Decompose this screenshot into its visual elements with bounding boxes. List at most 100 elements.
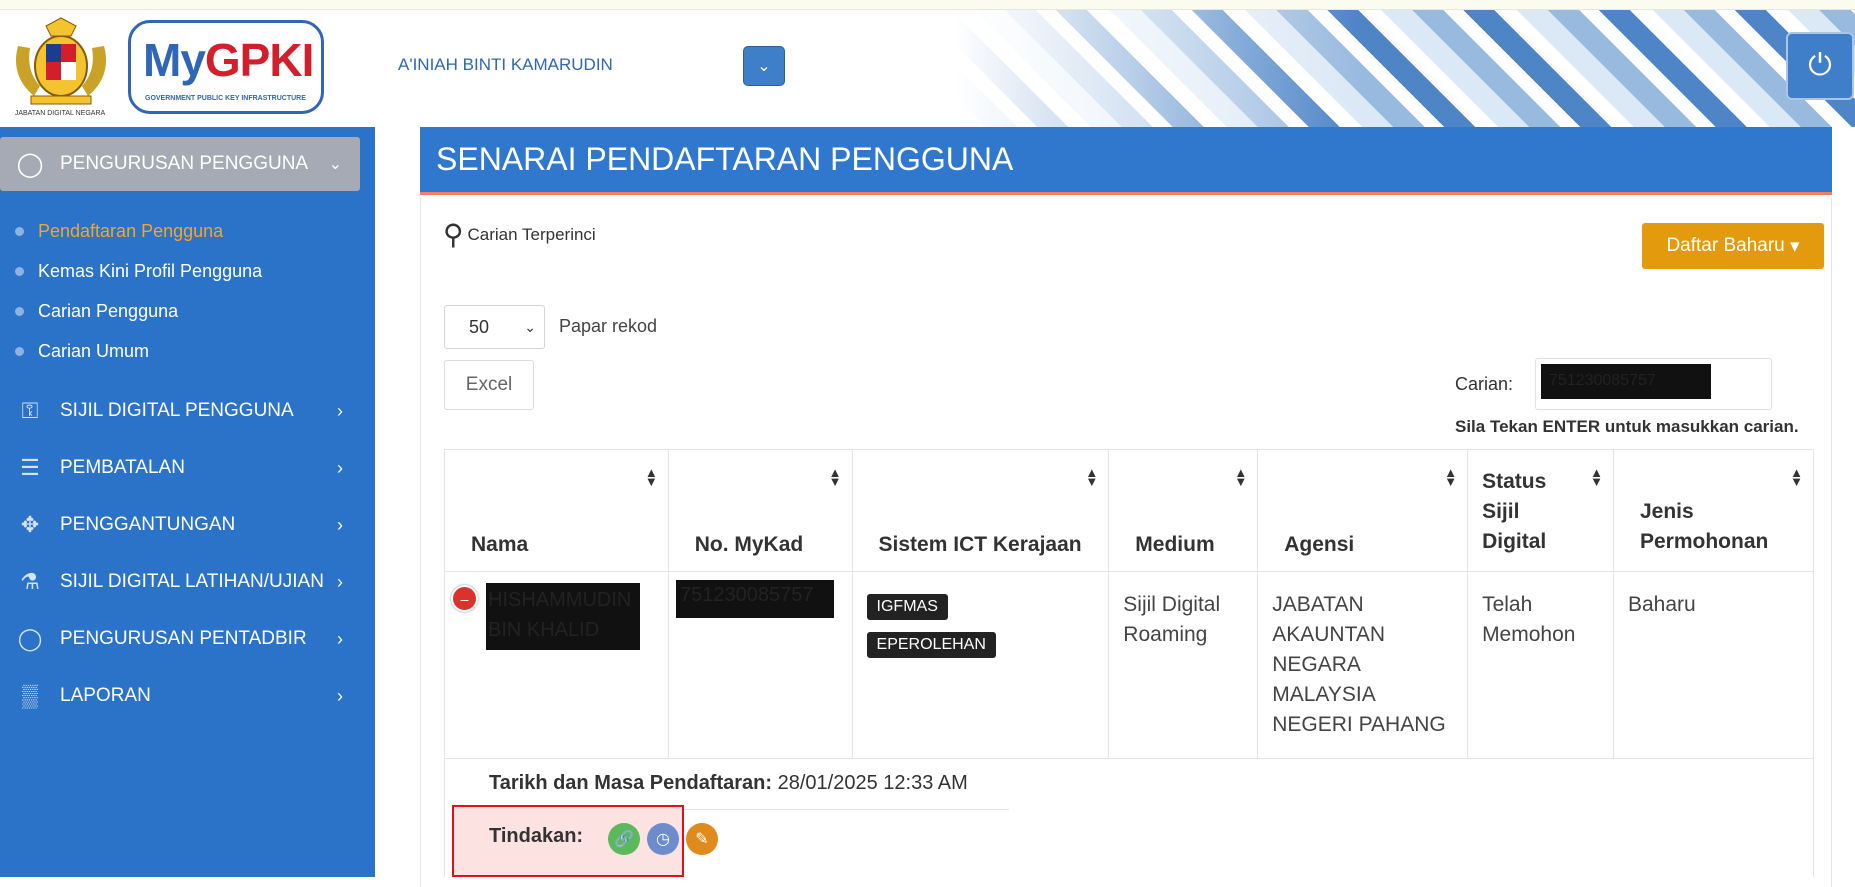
excel-export-button[interactable]: Excel <box>444 360 534 410</box>
link-action-button[interactable]: 🔗 <box>608 823 640 855</box>
logo-text: MyGPKI <box>143 34 314 86</box>
sidebar-menu-label: SIJIL DIGITAL LATIHAN/UJIAN <box>60 571 324 592</box>
minus-icon: – <box>460 590 469 607</box>
collapse-row-button[interactable]: – <box>451 585 478 612</box>
search-hint: Sila Tekan ENTER untuk masukkan carian. <box>1455 417 1799 436</box>
column-header-jenis[interactable]: Jenis Permohonan ▲ ▼ <box>1613 449 1814 572</box>
page-title: SENARAI PENDAFTARAN PENGGUNA <box>420 127 1832 195</box>
jata-negara-crest-icon <box>16 17 106 105</box>
registration-datetime-value: 28/01/2025 12:33 AM <box>777 772 968 794</box>
chevron-right-icon: › <box>337 514 343 535</box>
sidebar-item-pendaftaran-pengguna[interactable]: Pendaftaran Pengguna <box>0 211 375 251</box>
history-action-button[interactable]: ◷ <box>647 823 679 855</box>
sidebar-item-carian-pengguna[interactable]: Carian Pengguna <box>0 291 375 331</box>
records-per-page-value: 50 <box>469 316 490 337</box>
logo-subtitle: GOVERNMENT PUBLIC KEY INFRASTRUCTURE <box>145 95 306 102</box>
sort-icon: ▲ ▼ <box>1790 465 1803 489</box>
chevron-right-icon: › <box>337 571 343 592</box>
tindakan-label: Tindakan: <box>489 825 584 847</box>
sidebar-menu-sijil-digital-latihan[interactable]: ⚗ SIJIL DIGITAL LATIHAN/UJIAN › <box>0 554 375 610</box>
search-label: Carian: <box>1455 374 1514 394</box>
sidebar-menu-label: LAPORAN <box>60 685 151 706</box>
link-icon: 🔗 <box>614 831 634 848</box>
user-icon: ◯ <box>17 626 43 651</box>
header-decoration <box>955 10 1855 127</box>
chevron-down-icon: ⌄ <box>757 58 771 75</box>
sidebar-section-pengurusan-pengguna[interactable]: ◯ PENGURUSAN PENGGUNA ⌄ <box>0 137 360 191</box>
mykad-redacted: 751230085757 <box>676 580 834 618</box>
top-strip <box>0 0 1855 10</box>
column-header-medium[interactable]: Medium ▲ ▼ <box>1108 449 1259 572</box>
cell-status: Telah Memohon <box>1467 571 1614 759</box>
sidebar-menu-label: PENGURUSAN PENTADBIR <box>60 628 307 649</box>
bullet-icon <box>15 226 24 236</box>
chevron-right-icon: › <box>337 457 343 478</box>
caret-down-icon: ▾ <box>1790 235 1800 257</box>
search-icon: ⚲ <box>443 219 464 250</box>
chevron-down-icon: ⌄ <box>524 318 536 335</box>
edit-action-button[interactable]: ✎ <box>686 823 718 855</box>
sidebar-menu-pembatalan[interactable]: ☰ PEMBATALAN › <box>0 440 375 496</box>
sidebar: ◯ PENGURUSAN PENGGUNA ⌄ Pendaftaran Peng… <box>0 127 375 877</box>
chevron-right-icon: › <box>337 685 343 706</box>
cell-medium: Sijil Digital Roaming <box>1108 571 1259 759</box>
clock-icon: ◷ <box>656 831 670 848</box>
table-row[interactable]: IGFMAS EPEROLEHAN Sijil Digital Roaming … <box>444 571 1814 759</box>
sidebar-item-carian-umum[interactable]: Carian Umum <box>0 331 375 371</box>
user-dropdown-button[interactable]: ⌄ <box>743 46 785 86</box>
sidebar-menu-laporan[interactable]: ▒ LAPORAN › <box>0 668 375 724</box>
power-icon: ⏻ <box>1808 49 1832 82</box>
sidebar-menu-sijil-digital-pengguna[interactable]: ⚿ SIJIL DIGITAL PENGGUNA › <box>0 383 375 439</box>
sidebar-menu-penggantungan[interactable]: ✥ PENGGANTUNGAN › <box>0 497 375 553</box>
column-header-agensi[interactable]: Agensi ▲ ▼ <box>1257 449 1469 572</box>
chevron-right-icon: › <box>337 628 343 649</box>
sidebar-menu-pengurusan-pentadbir[interactable]: ◯ PENGURUSAN PENTADBIR › <box>0 611 375 667</box>
sidebar-section-label: PENGURUSAN PENGGUNA <box>60 153 309 174</box>
sort-icon: ▲ ▼ <box>1444 465 1458 489</box>
sidebar-menu-label: PENGGANTUNGAN <box>60 514 236 535</box>
sort-icon: ▲ ▼ <box>828 465 842 489</box>
bullet-icon <box>15 266 24 276</box>
mygpki-logo: MyGPKI GOVERNMENT PUBLIC KEY INFRASTRUCT… <box>128 20 324 114</box>
sort-icon: ▲ ▼ <box>1085 465 1099 489</box>
cell-agensi: JABATAN AKAUNTAN NEGARA MALAYSIA NEGERI … <box>1257 571 1469 759</box>
nama-redacted: HISHAMMUDIN BIN KHALID <box>486 583 640 650</box>
cell-sistem: IGFMAS EPEROLEHAN <box>851 571 1110 759</box>
system-tag: IGFMAS <box>866 594 948 620</box>
bar-chart-icon: ▒ <box>22 683 38 708</box>
search-input[interactable]: 751230085757 <box>1535 358 1772 410</box>
advanced-search-label: Carian Terperinci <box>467 224 596 244</box>
sidebar-item-label: Carian Umum <box>38 340 150 361</box>
sidebar-item-label: Pendaftaran Pengguna <box>38 220 224 241</box>
move-icon: ✥ <box>20 512 40 537</box>
daftar-baharu-label: Daftar Baharu <box>1666 235 1785 256</box>
user-icon: ◯ <box>16 150 44 178</box>
advanced-search-link[interactable]: ⚲ Carian Terperinci <box>443 218 596 251</box>
column-header-mykad[interactable]: No. MyKad ▲ ▼ <box>667 449 853 572</box>
sidebar-item-label: Kemas Kini Profil Pengguna <box>38 260 263 281</box>
registration-datetime: Tarikh dan Masa Pendaftaran: 28/01/2025 … <box>489 772 968 795</box>
server-icon: ☰ <box>20 455 40 480</box>
crest-caption: JABATAN DIGITAL NEGARA <box>14 110 106 117</box>
column-header-sistem-ict[interactable]: Sistem ICT Kerajaan ▲ ▼ <box>851 449 1110 572</box>
sort-icon: ▲ ▼ <box>1234 465 1248 489</box>
daftar-baharu-button[interactable]: Daftar Baharu ▾ <box>1642 223 1824 269</box>
column-header-nama[interactable]: Nama ▲ ▼ <box>444 449 669 572</box>
sort-icon: ▲ ▼ <box>644 465 658 489</box>
key-icon: ⚿ <box>21 398 39 423</box>
bullet-icon <box>15 306 24 316</box>
cell-jenis: Baharu <box>1613 571 1814 759</box>
registration-datetime-label: Tarikh dan Masa Pendaftaran: <box>489 772 773 794</box>
table-header-row: Nama ▲ ▼ No. MyKad ▲ ▼ Sistem ICT Kerajaan ▲ ▼… <box>444 449 1814 572</box>
sidebar-menu-label: PEMBATALAN <box>60 457 185 478</box>
system-tag: EPEROLEHAN <box>866 632 996 658</box>
flask-icon: ⚗ <box>20 569 40 594</box>
logged-in-username: A'INIAH BINTI KAMARUDIN <box>398 55 613 74</box>
sidebar-item-kemas-kini-profil[interactable]: Kemas Kini Profil Pengguna <box>0 251 375 291</box>
sort-icon: ▲ ▼ <box>1590 465 1603 489</box>
records-per-page-select[interactable]: 50 ⌄ <box>444 305 545 349</box>
column-header-status[interactable]: Status Sijil Digital ▲ ▼ <box>1467 449 1614 572</box>
chevron-down-icon: ⌄ <box>328 156 342 173</box>
logout-button[interactable]: ⏻ <box>1786 32 1854 100</box>
sidebar-item-label: Carian Pengguna <box>38 300 179 321</box>
